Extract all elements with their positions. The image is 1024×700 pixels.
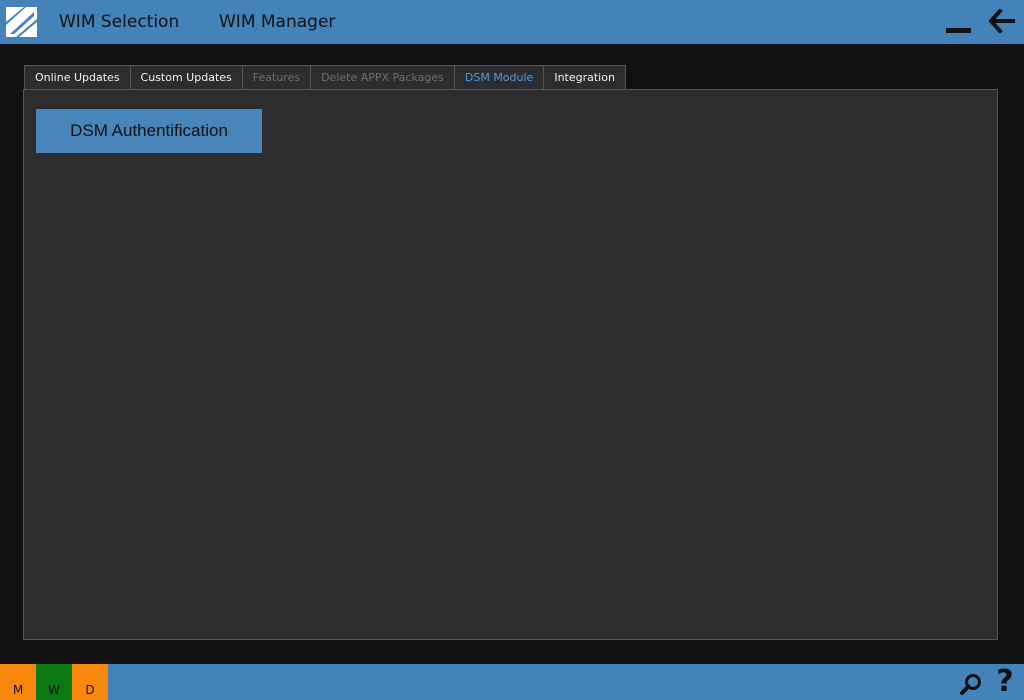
tab-integration[interactable]: Integration	[543, 65, 626, 90]
nav-wim-manager[interactable]: WIM Manager	[219, 12, 335, 32]
status-bar: M W D ?	[0, 664, 1024, 700]
tab-content-panel: DSM Authentification	[23, 89, 998, 640]
tab-custom-updates[interactable]: Custom Updates	[129, 65, 243, 90]
tab-dsm-module[interactable]: DSM Module	[453, 65, 545, 90]
tab-online-updates[interactable]: Online Updates	[24, 65, 131, 90]
tab-delete-appx-packages: Delete APPX Packages	[310, 65, 455, 90]
tab-features: Features	[241, 65, 312, 90]
status-badge-d: D	[72, 664, 108, 700]
minimize-icon[interactable]	[946, 28, 971, 33]
status-badge-w: W	[36, 664, 72, 700]
arrow-left-icon[interactable]	[988, 9, 1016, 33]
dsm-authentification-button[interactable]: DSM Authentification	[36, 109, 262, 153]
app-logo-icon	[6, 7, 37, 37]
help-icon[interactable]: ?	[993, 666, 1017, 698]
status-badge-m: M	[0, 664, 36, 700]
tab-bar: Online Updates Custom Updates Features D…	[24, 65, 626, 90]
search-icon[interactable]	[960, 673, 982, 695]
title-bar: WIM Selection WIM Manager	[0, 0, 1024, 44]
nav-wim-selection[interactable]: WIM Selection	[59, 12, 179, 32]
